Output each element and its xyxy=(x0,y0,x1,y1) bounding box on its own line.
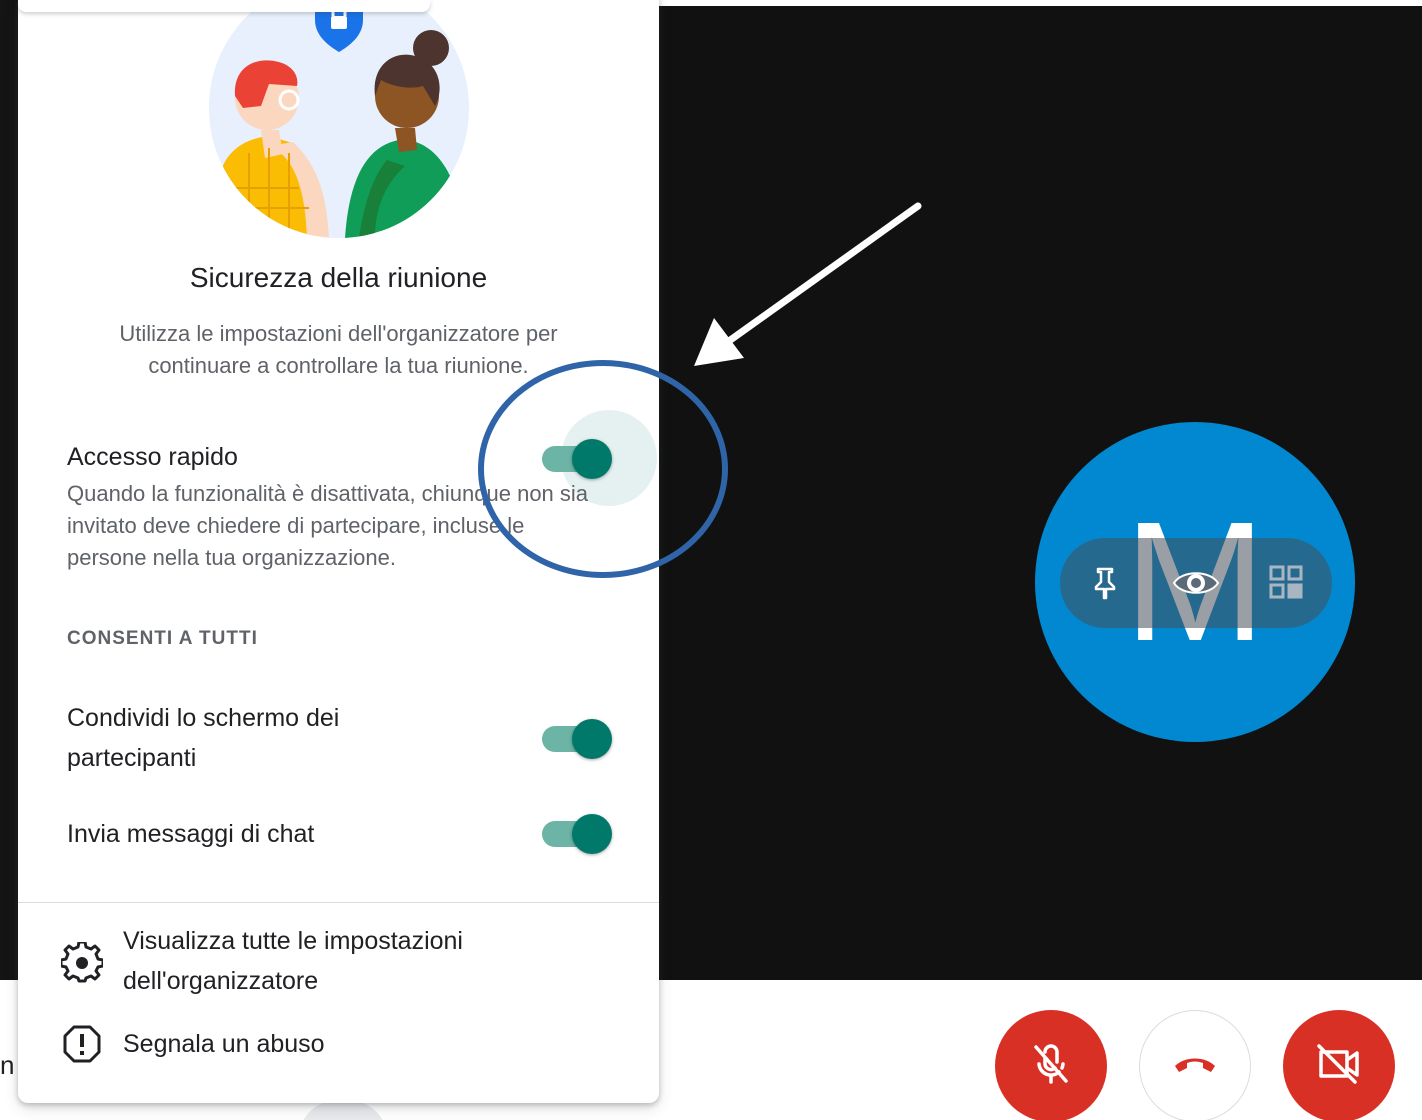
meet-screen: n M xyxy=(0,0,1422,1120)
mic-off-button[interactable] xyxy=(995,1010,1107,1120)
quick-access-description: Quando la funzionalità è disattivata, ch… xyxy=(67,481,589,570)
toggle-thumb xyxy=(572,439,612,479)
quick-access-toggle[interactable] xyxy=(538,439,614,479)
panel-divider xyxy=(18,902,659,903)
hang-up-button[interactable] xyxy=(1139,1010,1251,1120)
host-settings-link[interactable]: Visualizza tutte le impostazioni dell'or… xyxy=(18,921,659,1001)
panel-title: Sicurezza della riunione xyxy=(189,262,488,293)
panel-description: Utilizza le impostazioni dell'organizzat… xyxy=(119,321,558,378)
share-screen-toggle[interactable] xyxy=(538,719,614,759)
meeting-safety-panel: Sicurezza della riunione Utilizza le imp… xyxy=(18,0,659,1103)
chat-messages-label: Invia messaggi di chat xyxy=(67,820,315,848)
report-abuse-link[interactable]: Segnala un abuso xyxy=(18,1024,659,1064)
camera-off-icon xyxy=(1315,1042,1363,1091)
quick-access-label: Accesso rapido xyxy=(67,443,238,471)
left-strip xyxy=(0,0,18,980)
pin-icon[interactable] xyxy=(1080,558,1130,608)
allow-everyone-header: CONSENTI A TUTTI xyxy=(67,628,258,649)
share-screen-label-line1: Condividi lo schermo dei xyxy=(67,704,340,732)
eye-icon[interactable] xyxy=(1171,558,1221,608)
gear-icon xyxy=(60,941,104,985)
camera-off-button[interactable] xyxy=(1283,1010,1395,1120)
share-screen-label-line2: partecipanti xyxy=(67,744,197,772)
chat-messages-toggle[interactable] xyxy=(538,814,614,854)
panel-top-edge xyxy=(18,0,430,12)
host-settings-label-line1: Visualizza tutte le impostazioni xyxy=(123,927,463,955)
host-settings-label-line2: dell'organizzatore xyxy=(123,967,319,995)
layout-grid-icon[interactable] xyxy=(1262,558,1312,608)
mic-off-icon xyxy=(1031,1042,1071,1091)
meeting-safety-illustration xyxy=(209,0,469,238)
report-abuse-label: Segnala un abuso xyxy=(123,1030,325,1058)
report-icon xyxy=(60,1022,104,1066)
toggle-thumb xyxy=(572,814,612,854)
tile-controls xyxy=(1060,538,1332,628)
meeting-info-text: n xyxy=(0,1050,14,1080)
toggle-thumb xyxy=(572,719,612,759)
hang-up-icon xyxy=(1171,1052,1219,1081)
